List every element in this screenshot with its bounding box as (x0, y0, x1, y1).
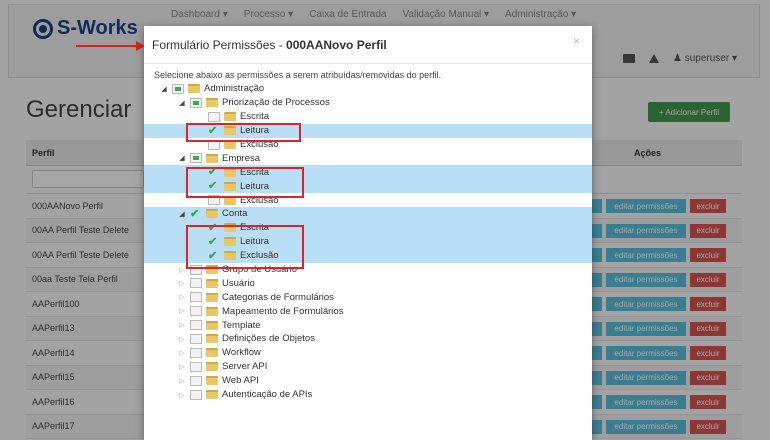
folder-icon (188, 84, 200, 94)
expand-toggle-icon[interactable]: ▷ (178, 266, 186, 274)
expand-toggle-icon[interactable]: ▷ (178, 349, 186, 357)
expand-toggle-icon[interactable]: ▷ (178, 377, 186, 385)
tree-node-label: Conta (222, 208, 248, 220)
annotation-box-conta (186, 225, 304, 269)
tree-node-label: Empresa (222, 152, 261, 164)
tree-node[interactable]: ◢ Administração (144, 82, 592, 96)
tree-node[interactable]: ▷ Template (144, 318, 592, 332)
tree-node[interactable]: ▷ Mapeamento de Formulários (144, 304, 592, 318)
tree-node[interactable]: ▷ Definições de Objetos (144, 332, 592, 346)
checkbox[interactable] (190, 209, 202, 219)
modal-title: Formulário Permissões - 000AANovo Perfil (152, 38, 387, 52)
folder-icon (206, 306, 218, 316)
expand-toggle-icon[interactable]: ▷ (178, 335, 186, 343)
modal-header: Formulário Permissões - 000AANovo Perfil… (144, 26, 592, 64)
folder-icon (206, 153, 218, 163)
folder-icon (206, 376, 218, 386)
tree-node-label: Server API (222, 361, 268, 373)
checkbox[interactable] (190, 361, 202, 372)
folder-icon (206, 209, 218, 219)
expand-toggle-icon[interactable]: ▷ (178, 363, 186, 371)
expand-toggle-icon[interactable]: ▷ (178, 391, 186, 399)
tree-node-label: Definições de Objetos (222, 333, 315, 345)
tree-node-label: Administração (204, 83, 265, 95)
tree-node[interactable]: ◢ Empresa (144, 151, 592, 165)
modal-instruction: Selecione abaixo as permissões a serem a… (154, 70, 442, 80)
tree-node[interactable]: ◢ Conta (144, 207, 592, 221)
tree-node[interactable]: ▷ Categorias de Formulários (144, 290, 592, 304)
modal-title-profile: 000AANovo Perfil (286, 38, 387, 52)
tree-node[interactable]: ▷ Web API (144, 374, 592, 388)
tree-node[interactable]: Escrita (144, 110, 592, 124)
checkbox[interactable] (190, 292, 202, 303)
tree-node-label: Template (222, 319, 261, 331)
close-icon[interactable]: × (573, 34, 580, 48)
folder-icon (206, 98, 218, 108)
folder-icon (224, 112, 236, 122)
tree-node-label: Escrita (240, 111, 270, 123)
checkbox[interactable] (208, 111, 220, 122)
expand-toggle-icon[interactable]: ▷ (178, 279, 186, 287)
folder-icon (206, 348, 218, 358)
expand-toggle-icon[interactable]: ▷ (178, 293, 186, 301)
checkbox[interactable] (190, 306, 202, 317)
folder-icon (206, 362, 218, 372)
annotation-arrow (76, 45, 138, 47)
checkbox[interactable] (172, 83, 184, 94)
tree-node-label: Workflow (222, 347, 261, 359)
tree-node[interactable]: ▷ Usuário (144, 276, 592, 290)
tree-node[interactable]: ◢ Priorização de Processos (144, 96, 592, 110)
tree-node[interactable]: ▷ Autenticação de APIs (144, 388, 592, 402)
expand-toggle-icon[interactable]: ▷ (178, 307, 186, 315)
folder-icon (206, 278, 218, 288)
checkbox[interactable] (190, 375, 202, 386)
expand-toggle-icon[interactable]: ▷ (178, 321, 186, 329)
checkbox[interactable] (190, 153, 202, 164)
checkbox[interactable] (190, 347, 202, 358)
checkbox[interactable] (190, 389, 202, 400)
expand-toggle-icon[interactable]: ◢ (178, 154, 186, 162)
expand-toggle-icon[interactable]: ◢ (178, 210, 186, 218)
folder-icon (206, 320, 218, 330)
folder-icon (206, 292, 218, 302)
checkbox[interactable] (190, 278, 202, 289)
checkbox[interactable] (190, 97, 202, 108)
expand-toggle-icon[interactable]: ◢ (160, 85, 168, 93)
checkbox[interactable] (190, 333, 202, 344)
tree-node-label: Usuário (222, 277, 255, 289)
annotation-box-empresa (186, 167, 304, 198)
permissions-modal: Formulário Permissões - 000AANovo Perfil… (144, 26, 592, 440)
tree-node-label: Web API (222, 375, 259, 387)
tree-node-label: Mapeamento de Formulários (222, 305, 344, 317)
expand-toggle-icon[interactable]: ◢ (178, 99, 186, 107)
checkbox[interactable] (190, 320, 202, 331)
tree-node[interactable]: ▷ Workflow (144, 346, 592, 360)
annotation-box-leitura (186, 123, 301, 142)
folder-icon (206, 390, 218, 400)
tree-node-label: Autenticação de APIs (222, 389, 313, 401)
folder-icon (206, 334, 218, 344)
tree-node-label: Categorias de Formulários (222, 291, 334, 303)
tree-node[interactable]: ▷ Server API (144, 360, 592, 374)
tree-node-label: Priorização de Processos (222, 97, 330, 109)
modal-title-prefix: Formulário Permissões - (152, 38, 287, 52)
